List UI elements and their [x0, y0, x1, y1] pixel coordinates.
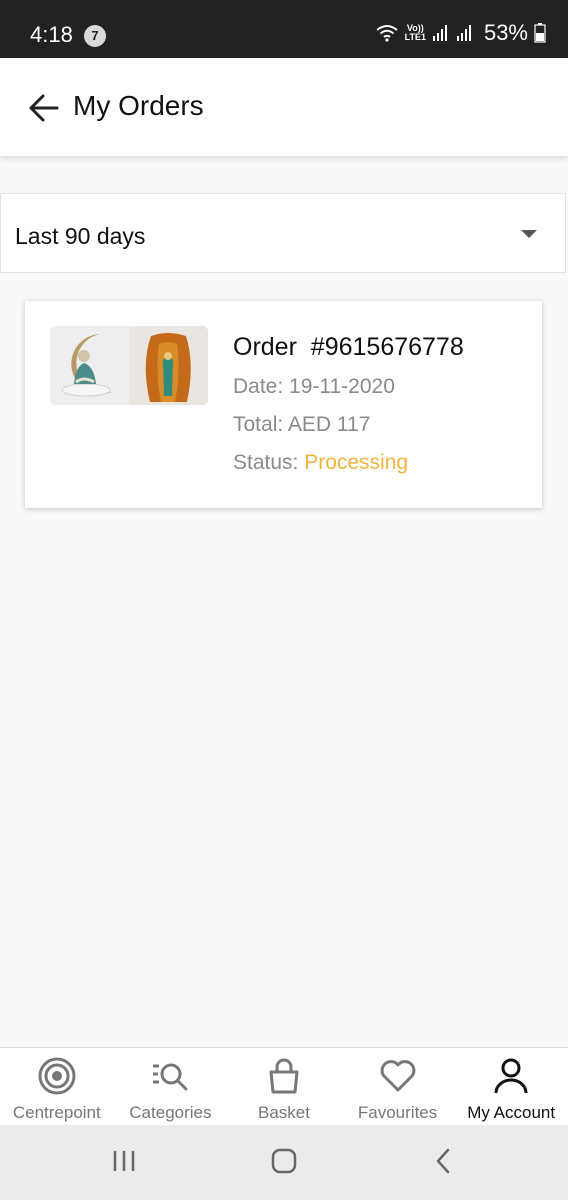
lte-indicator: Vo)) LTE1 — [405, 24, 426, 42]
nav-favourites[interactable]: Favourites — [341, 1048, 455, 1126]
order-total-row: Total: AED 117 — [233, 413, 370, 437]
wifi-icon — [375, 25, 398, 42]
user-icon — [494, 1058, 528, 1094]
status-time: 4:18 — [30, 22, 73, 47]
signal-icon-2 — [456, 25, 471, 41]
signal-icon-1 — [432, 25, 447, 41]
basket-icon — [269, 1058, 299, 1094]
order-total-label: Total: — [233, 413, 288, 436]
order-product-thumbnails — [50, 326, 208, 405]
nav-centrepoint[interactable]: Centrepoint — [0, 1048, 114, 1126]
nav-categories-label: Categories — [129, 1103, 212, 1122]
bottom-navigation: Centrepoint Categories Basket Favourites… — [0, 1047, 568, 1126]
back-button[interactable] — [26, 91, 62, 125]
product-thumbnail-vase — [129, 326, 208, 405]
nav-my-account[interactable]: My Account — [454, 1048, 568, 1126]
recent-apps-icon[interactable] — [112, 1147, 138, 1175]
status-icons: Vo)) LTE1 53% — [375, 18, 546, 48]
back-system-icon[interactable] — [432, 1147, 454, 1175]
arrow-left-icon — [29, 94, 59, 122]
order-date-row: Date: 19-11-2020 — [233, 375, 395, 399]
app-header: My Orders — [0, 58, 568, 156]
search-list-icon — [153, 1063, 188, 1091]
date-range-value: Last 90 days — [15, 223, 146, 249]
order-date-label: Date: — [233, 375, 290, 398]
nav-favourites-label: Favourites — [357, 1103, 438, 1122]
order-number: Order #9615676778 — [233, 333, 464, 361]
order-date-value: 19-11-2020 — [289, 375, 395, 398]
order-total-value: AED 117 — [287, 413, 371, 436]
order-status-row: Status: Processing — [233, 451, 408, 475]
nav-basket[interactable]: Basket — [227, 1048, 341, 1126]
battery-icon — [534, 23, 546, 43]
caret-down-icon — [521, 230, 537, 238]
battery-percentage: 53% — [483, 20, 528, 45]
lte-label: LTE1 — [404, 32, 426, 42]
nav-centrepoint-label: Centrepoint — [12, 1103, 101, 1122]
nav-basket-label: Basket — [257, 1103, 310, 1122]
system-navigation-bar — [0, 1125, 568, 1200]
heart-icon — [380, 1060, 415, 1092]
home-icon[interactable] — [270, 1147, 298, 1175]
date-range-dropdown[interactable]: Last 90 days — [0, 193, 566, 273]
order-card[interactable]: Order #9615676778 Date: 19-11-2020 Total… — [25, 301, 542, 508]
order-status-label: Status: — [233, 451, 305, 474]
nav-my-account-label: My Account — [467, 1103, 556, 1122]
product-thumbnail-buddha — [50, 326, 129, 405]
status-bar: 4:18 7 Vo)) LTE1 53% — [0, 0, 568, 58]
target-icon — [38, 1057, 76, 1095]
order-status-value: Processing — [304, 451, 409, 474]
page-title: My Orders — [73, 90, 204, 121]
nav-categories[interactable]: Categories — [114, 1048, 228, 1126]
notification-count-badge: 7 — [84, 25, 106, 47]
